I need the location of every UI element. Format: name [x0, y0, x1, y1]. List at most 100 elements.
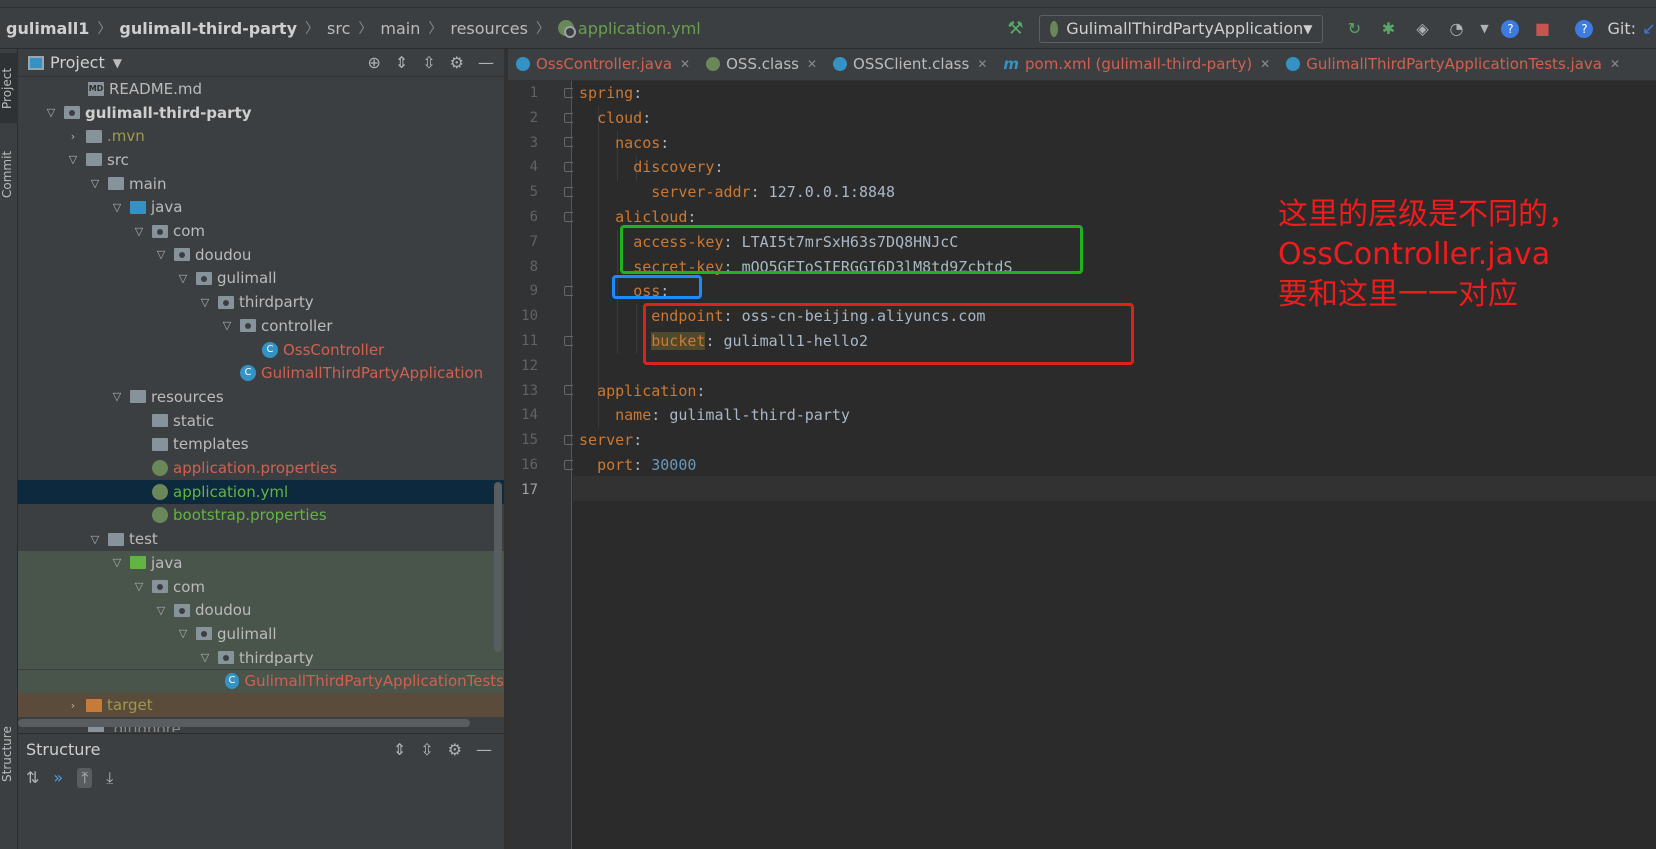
tool-tab-project[interactable]: Project [0, 53, 18, 123]
gear-icon[interactable]: ⚙ [448, 740, 462, 759]
tree-item-label: bootstrap.properties [173, 506, 327, 525]
tree-item[interactable]: ▽ thirdparty [18, 290, 504, 314]
tree-item[interactable]: ▽ resources [18, 385, 504, 409]
chevron-down-icon[interactable]: ▽ [88, 177, 102, 190]
tree-item[interactable]: ▽ doudou [18, 598, 504, 623]
chevron-down-icon[interactable]: ▽ [176, 272, 190, 285]
tree-item[interactable]: › target [18, 693, 504, 717]
chevron-down-icon[interactable]: ▽ [44, 106, 58, 119]
tree-item-label: main [129, 174, 167, 193]
breadcrumb-dir-main[interactable]: main [380, 19, 420, 38]
tree-item[interactable]: C GulimallThirdPartyApplication [18, 361, 504, 385]
chevron-down-icon[interactable]: ▽ [88, 533, 102, 546]
chevron-down-icon[interactable]: ▽ [110, 390, 124, 403]
tree-item[interactable]: ▽ gulimall [18, 622, 504, 646]
tree-item[interactable]: ▽ test [18, 527, 504, 551]
close-icon[interactable]: ✕ [1610, 57, 1620, 71]
chevron-down-icon[interactable]: ▼ [1473, 18, 1495, 40]
stop-icon[interactable]: ■ [1531, 18, 1553, 40]
tree-item[interactable]: ▽ doudou [18, 243, 504, 267]
tree-item-selected[interactable]: application.yml [18, 479, 504, 504]
sort-alphabetically-icon[interactable]: ⇅ [26, 768, 39, 788]
chevron-right-icon[interactable]: › [66, 699, 80, 712]
structure-panel-title[interactable]: Structure [26, 740, 100, 759]
tree-item[interactable]: ▽ com [18, 574, 504, 599]
tool-tab-commit[interactable]: Commit [0, 139, 18, 209]
project-panel-title[interactable]: Project [50, 53, 105, 72]
tree-item[interactable]: ▽ java [18, 196, 504, 220]
debug-bug-icon[interactable]: ✱ [1377, 18, 1399, 40]
tree-item[interactable]: ▽ src [18, 148, 504, 172]
close-icon[interactable]: ✕ [680, 57, 690, 71]
tree-item-label: gulimall-third-party [85, 103, 252, 122]
tree-item-label: GulimallThirdPartyApplication [261, 364, 484, 383]
horizontal-scrollbar[interactable] [18, 719, 470, 727]
minimize-icon[interactable]: — [478, 53, 494, 72]
git-update-icon[interactable]: ↙ [1642, 18, 1656, 40]
tree-item[interactable]: C GulimallThirdPartyApplicationTests [18, 669, 504, 694]
tree-item[interactable]: C OssController [18, 338, 504, 362]
autoscroll-from-source-icon[interactable]: ⤓ [106, 768, 113, 788]
tree-item[interactable]: ▽ controller [18, 314, 504, 338]
tree-item[interactable]: static [18, 409, 504, 433]
navigate-forward-icon[interactable]: » [53, 768, 63, 788]
assistant-icon[interactable]: ? [1575, 19, 1594, 38]
tab-ossclient-class[interactable]: OSSClient.class ✕ [825, 49, 995, 80]
tab-osscontroller[interactable]: OssController.java ✕ [508, 49, 698, 80]
vertical-scrollbar[interactable] [494, 482, 502, 652]
chevron-down-icon[interactable]: ▽ [66, 153, 80, 166]
tree-item[interactable]: MD README.md [18, 77, 504, 101]
tree-item[interactable]: ▽ com [18, 219, 504, 243]
chevron-down-icon[interactable]: ▽ [176, 627, 190, 640]
tree-item[interactable]: templates [18, 433, 504, 457]
build-hammer-icon[interactable]: ⚒ [1007, 18, 1023, 39]
tab-pom-xml[interactable]: m pom.xml (gulimall-third-party) ✕ [995, 49, 1278, 80]
chevron-right-icon[interactable]: › [66, 130, 80, 143]
help-icon[interactable]: ? [1501, 19, 1520, 38]
tab-tests[interactable]: GulimallThirdPartyApplicationTests.java … [1278, 49, 1628, 80]
close-icon[interactable]: ✕ [1260, 57, 1270, 71]
run-configuration-select[interactable]: GulimallThirdPartyApplication ▼ [1039, 14, 1324, 43]
chevron-down-icon[interactable]: ▽ [132, 225, 146, 238]
chevron-down-icon[interactable]: ▼ [113, 56, 122, 70]
tree-item[interactable]: ▽ thirdparty [18, 645, 504, 670]
tab-oss-class[interactable]: OSS.class ✕ [698, 49, 825, 80]
minimize-icon[interactable]: — [476, 740, 492, 759]
breadcrumb-dir-resources[interactable]: resources [450, 19, 528, 38]
chevron-down-icon[interactable]: ▽ [220, 319, 234, 332]
rerun-icon[interactable]: ↻ [1343, 18, 1365, 40]
tree-item[interactable]: ▽ main [18, 172, 504, 196]
tree-item[interactable]: ▽ gulimall-third-party [18, 101, 504, 125]
coverage-shield-icon[interactable]: ◈ [1411, 18, 1433, 40]
locate-target-icon[interactable]: ⊕ [367, 53, 380, 72]
chevron-down-icon[interactable]: ▽ [154, 604, 168, 617]
expand-all-icon[interactable]: ⇕ [395, 53, 408, 72]
chevron-down-icon[interactable]: ▽ [154, 248, 168, 261]
git-label[interactable]: Git: [1607, 19, 1636, 38]
tree-item[interactable]: application.properties [18, 456, 504, 480]
breadcrumb-project[interactable]: gulimall1 [6, 19, 89, 38]
breadcrumb-file[interactable]: application.yml [578, 19, 701, 38]
expand-all-icon[interactable]: ⇕ [393, 740, 406, 759]
gear-icon[interactable]: ⚙ [450, 53, 464, 72]
breadcrumb-module[interactable]: gulimall-third-party [119, 19, 297, 38]
line-number: 7 [529, 233, 538, 250]
chevron-down-icon[interactable]: ▽ [198, 651, 212, 664]
tree-item[interactable]: ▽ gulimall [18, 267, 504, 291]
tree-item[interactable]: ▽ java [18, 551, 504, 575]
collapse-all-icon[interactable]: ⇳ [420, 740, 433, 759]
collapse-all-icon[interactable]: ⇳ [422, 53, 435, 72]
close-icon[interactable]: ✕ [977, 57, 987, 71]
tree-item-label: resources [151, 387, 224, 406]
chevron-down-icon[interactable]: ▽ [132, 580, 146, 593]
tree-item[interactable]: bootstrap.properties [18, 504, 504, 528]
profiler-icon[interactable]: ◔ [1445, 18, 1467, 40]
close-icon[interactable]: ✕ [807, 57, 817, 71]
breadcrumb-dir-src[interactable]: src [327, 19, 350, 38]
autoscroll-to-source-icon[interactable]: ⤒ [77, 768, 93, 788]
chevron-down-icon[interactable]: ▽ [110, 556, 124, 569]
chevron-down-icon[interactable]: ▽ [198, 296, 212, 309]
tool-tab-structure[interactable]: Structure [0, 714, 18, 794]
chevron-down-icon[interactable]: ▽ [110, 201, 124, 214]
tree-item[interactable]: › .mvn [18, 124, 504, 148]
